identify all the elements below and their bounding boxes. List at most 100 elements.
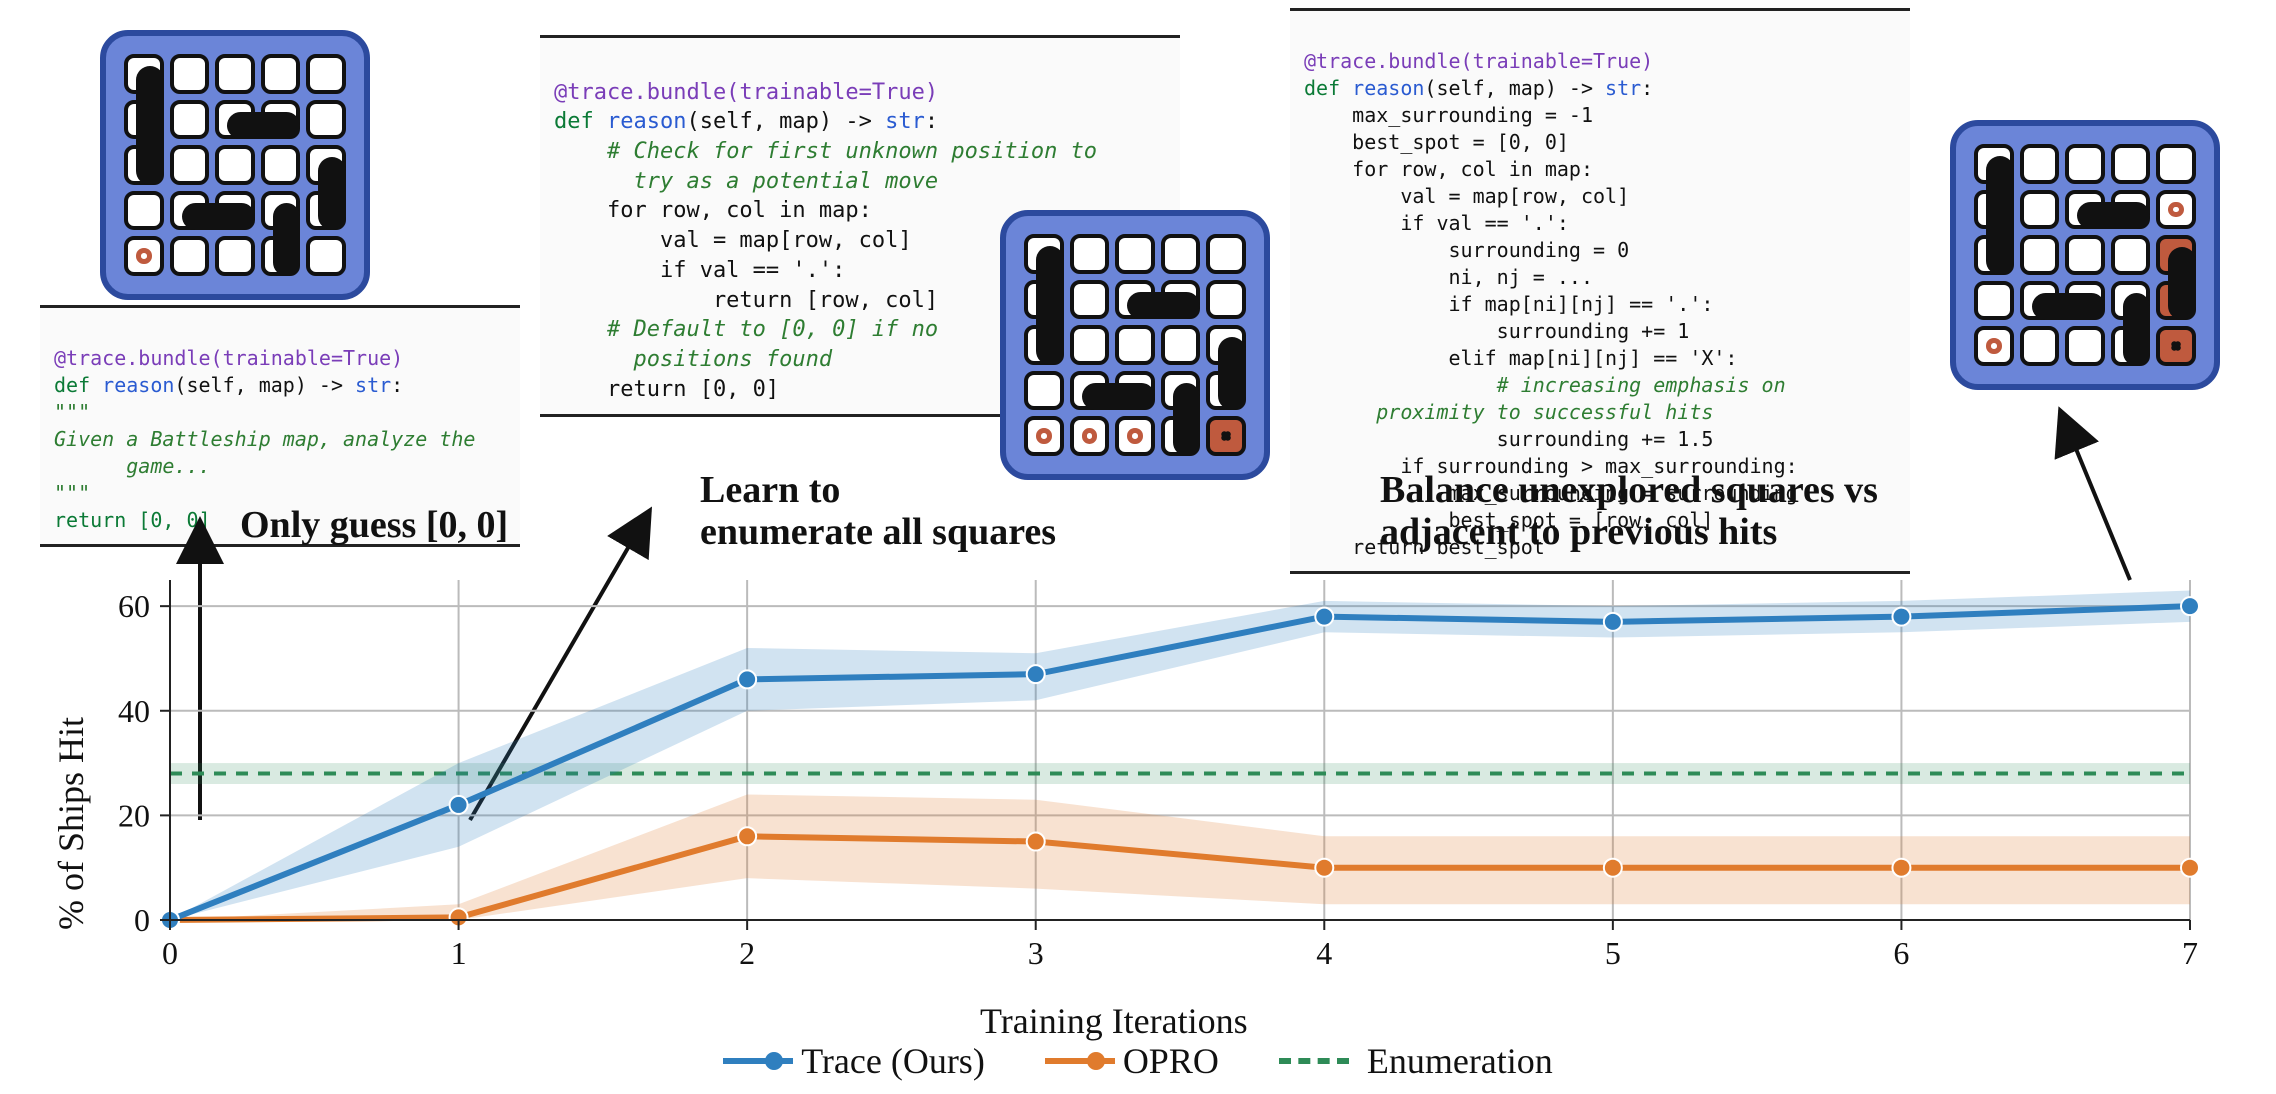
- series-marker: [1027, 665, 1045, 683]
- series-marker: [1892, 608, 1910, 626]
- line: best_spot = [0, 0]: [1304, 130, 1569, 154]
- board-cell: [2020, 326, 2060, 366]
- ship-icon: [2168, 247, 2196, 320]
- miss-icon: [1986, 338, 2002, 354]
- series-marker: [738, 827, 756, 845]
- comment: # Default to [0, 0] if no positions foun…: [554, 317, 938, 372]
- board-cell: [306, 100, 346, 140]
- docstring-body: Given a Battleship map, analyze the game…: [54, 427, 475, 478]
- kw-def: def: [54, 373, 102, 397]
- ret-type: str: [355, 373, 391, 397]
- board-cell: [1161, 325, 1201, 365]
- y-tick-label: 0: [134, 902, 150, 938]
- decorator: @trace.bundle(trainable=True): [1304, 49, 1653, 73]
- caption-only-guess: Only guess [0, 0]: [240, 505, 508, 547]
- kw-def: def: [554, 109, 607, 134]
- board-cell: [1974, 281, 2014, 321]
- board-cell: [215, 54, 255, 94]
- board-cell: [2156, 190, 2196, 230]
- board-cell: [1206, 416, 1246, 456]
- line: for row, col in map:: [554, 198, 872, 223]
- ship-icon: [1127, 292, 1200, 320]
- y-tick-label: 60: [118, 588, 150, 624]
- board-cell: [1115, 416, 1155, 456]
- line: max_surrounding = -1: [1304, 103, 1593, 127]
- kw-def: def: [1304, 76, 1352, 100]
- battleship-board-balance: [1950, 120, 2220, 390]
- legend-swatch: [1279, 1058, 1349, 1064]
- ship-icon: [182, 203, 255, 231]
- miss-icon: [2168, 202, 2184, 218]
- x-tick-label: 1: [451, 935, 467, 971]
- args: (self, map) ->: [174, 373, 355, 397]
- series-marker: [738, 670, 756, 688]
- board-cell: [1115, 234, 1155, 274]
- miss-icon: [1127, 428, 1143, 444]
- ship-icon: [318, 157, 346, 230]
- args: (self, map) ->: [686, 109, 885, 134]
- board-cell: [1161, 234, 1201, 274]
- legend-item-trace: Trace (Ours): [723, 1040, 985, 1082]
- ship-icon: [2123, 293, 2151, 366]
- hit-icon: [1218, 428, 1234, 444]
- y-tick-label: 40: [118, 693, 150, 729]
- legend-label: Enumeration: [1367, 1040, 1553, 1082]
- comment: # Check for first unknown position to tr…: [554, 139, 1097, 194]
- board-cell: [306, 236, 346, 276]
- hit-icon: [2168, 338, 2184, 354]
- ship-icon: [2032, 293, 2105, 321]
- return-stmt: return [0, 0]: [54, 508, 211, 532]
- miss-icon: [1036, 428, 1052, 444]
- ship-icon: [227, 112, 300, 140]
- board-cell: [170, 236, 210, 276]
- board-cell: [2111, 235, 2151, 275]
- series-marker: [1892, 859, 1910, 877]
- board-cell: [124, 191, 164, 231]
- board-cell: [2065, 326, 2105, 366]
- line: if val == '.':: [1304, 211, 1569, 235]
- x-tick-label: 3: [1028, 935, 1044, 971]
- legend-item-opro: OPRO: [1045, 1040, 1219, 1082]
- line: ni, nj = ...: [1304, 265, 1593, 289]
- board-cell: [261, 54, 301, 94]
- caption-balance: Balance unexplored squares vs adjacent t…: [1380, 470, 1878, 554]
- board-cell: [215, 145, 255, 185]
- line: surrounding = 0: [1304, 238, 1629, 262]
- board-cell: [2020, 235, 2060, 275]
- line: if map[ni][nj] == '.':: [1304, 292, 1713, 316]
- ship-icon: [136, 66, 164, 185]
- board-cell: [2065, 144, 2105, 184]
- y-axis-label: % of Ships Hit: [50, 717, 92, 930]
- x-tick-label: 2: [739, 935, 755, 971]
- board-cell: [1024, 416, 1064, 456]
- series-marker: [450, 796, 468, 814]
- miss-icon: [1082, 428, 1098, 444]
- legend-marker-icon: [1087, 1052, 1105, 1070]
- line: return [row, col]: [554, 288, 938, 313]
- board-cell: [1024, 371, 1064, 411]
- series-marker: [2181, 859, 2199, 877]
- x-axis-label: Training Iterations: [980, 1000, 1248, 1042]
- board-cell: [261, 145, 301, 185]
- board-cell: [2156, 144, 2196, 184]
- docstring-close: """: [54, 481, 90, 505]
- board-cell: [1974, 326, 2014, 366]
- line: val = map[row, col]: [554, 228, 912, 253]
- board-cell: [1070, 280, 1110, 320]
- y-tick-label: 20: [118, 797, 150, 833]
- line: surrounding += 1: [1304, 319, 1689, 343]
- board-cell: [1070, 325, 1110, 365]
- ship-icon: [1082, 383, 1155, 411]
- x-tick-label: 0: [162, 935, 178, 971]
- x-tick-label: 6: [1893, 935, 1909, 971]
- series-marker: [1604, 613, 1622, 631]
- series-marker: [1315, 608, 1333, 626]
- series-marker: [1027, 833, 1045, 851]
- ship-icon: [273, 203, 301, 276]
- miss-icon: [136, 248, 152, 264]
- args: (self, map) ->: [1424, 76, 1605, 100]
- fn-name: reason: [1352, 76, 1424, 100]
- board-cell: [1070, 416, 1110, 456]
- battleship-board-initial: [100, 30, 370, 300]
- board-cell: [1206, 234, 1246, 274]
